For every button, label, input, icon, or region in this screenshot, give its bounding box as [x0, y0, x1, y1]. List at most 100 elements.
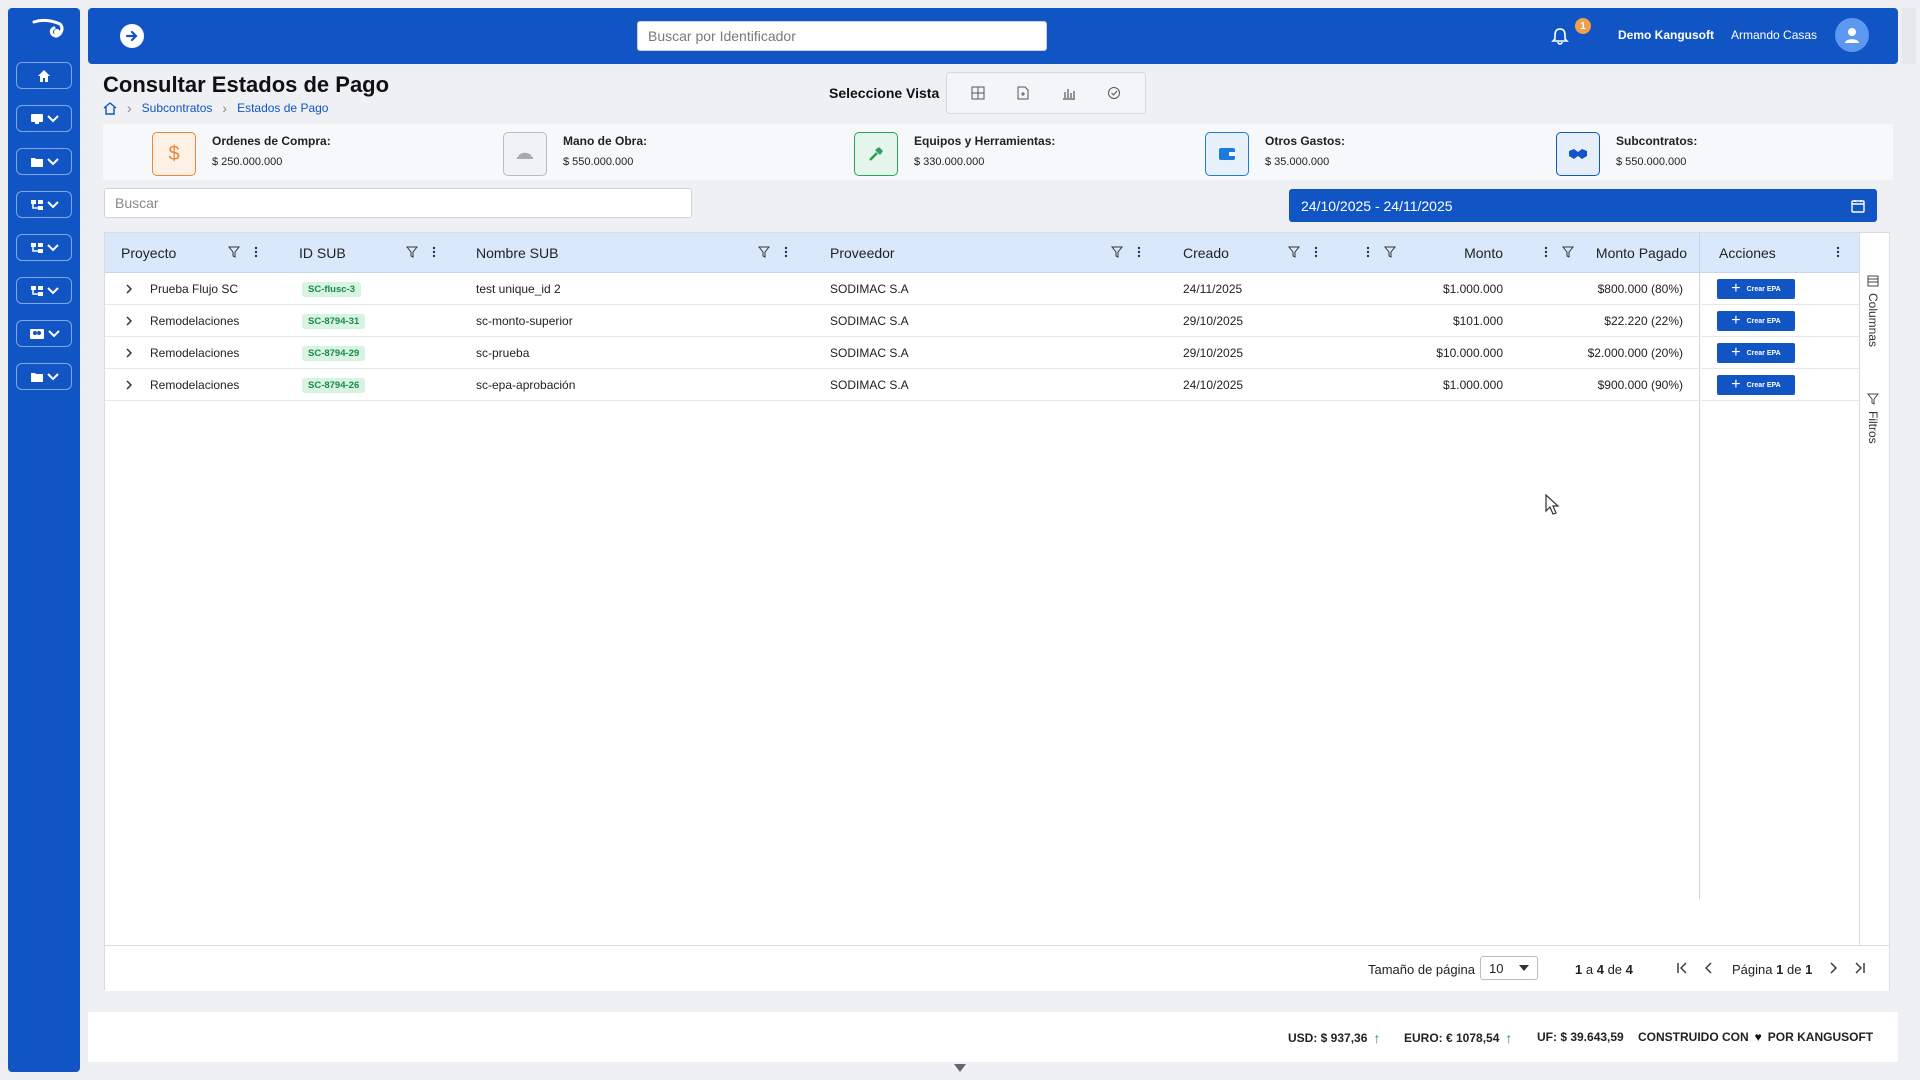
- company-name[interactable]: Demo Kangusoft: [1618, 28, 1714, 42]
- plus-icon: +: [1731, 280, 1741, 297]
- first-page-icon[interactable]: [1675, 960, 1689, 976]
- page-footer: USD: $ 937,36 ↑ EURO: € 1078,54 ↑ UF: $ 39…: [88, 1012, 1898, 1062]
- column-menu-icon[interactable]: [1539, 245, 1553, 259]
- breadcrumb-subcontratos[interactable]: Subcontratos: [142, 101, 213, 115]
- scrollbar-track[interactable]: [1902, 8, 1916, 64]
- filter-icon[interactable]: [405, 245, 419, 259]
- chart-view-button[interactable]: [1055, 79, 1083, 107]
- check-circle-icon: [1108, 87, 1121, 99]
- table-search-input[interactable]: [104, 188, 692, 218]
- page-size-select[interactable]: 10: [1480, 956, 1538, 980]
- chevron-down-icon: [46, 243, 59, 251]
- helmet-icon: [503, 132, 547, 176]
- chevron-down-icon: [46, 157, 59, 165]
- breadcrumb-estados-de-pago[interactable]: Estados de Pago: [237, 101, 328, 115]
- document-icon: [1017, 86, 1029, 100]
- previous-page-icon[interactable]: [1702, 960, 1716, 976]
- cell-creado: 29/10/2025: [1183, 346, 1244, 360]
- filter-icon[interactable]: [1287, 245, 1301, 259]
- id-sub-badge[interactable]: SC-flusc-3: [302, 281, 361, 297]
- kangusoft-logo-icon[interactable]: [30, 16, 66, 44]
- table-row[interactable]: Remodelaciones SC-8794-31 sc-monto-super…: [105, 305, 1859, 337]
- crear-epa-button[interactable]: + Crear EPA: [1717, 375, 1795, 395]
- sidebar-monitor-menu[interactable]: [16, 105, 72, 132]
- filters-tab[interactable]: Filtros: [1866, 393, 1880, 444]
- crear-epa-button[interactable]: + Crear EPA: [1717, 279, 1795, 299]
- sidebar-hierarchy-menu-2[interactable]: [16, 234, 72, 261]
- column-header-nombre-sub[interactable]: Nombre SUB: [476, 233, 558, 273]
- chevron-right-icon: ›: [127, 100, 132, 116]
- table-row[interactable]: Remodelaciones SC-8794-26 sc-epa-aprobac…: [105, 369, 1859, 401]
- bell-icon[interactable]: [1550, 26, 1570, 46]
- table-view-button[interactable]: [964, 79, 992, 107]
- dollar-icon: $: [152, 132, 196, 176]
- plus-icon: +: [1731, 376, 1741, 393]
- column-header-monto-pagado[interactable]: Monto Pagado: [1583, 233, 1687, 273]
- page-size-label: Tamaño de página: [1368, 962, 1475, 977]
- cell-proyecto: Remodelaciones: [150, 346, 240, 360]
- scroll-down-icon[interactable]: [952, 1062, 968, 1074]
- column-menu-icon[interactable]: [427, 245, 441, 259]
- column-header-id-sub[interactable]: ID SUB: [299, 233, 346, 273]
- crear-epa-label: Crear EPA: [1746, 317, 1781, 325]
- column-header-proveedor[interactable]: Proveedor: [830, 233, 895, 273]
- document-view-button[interactable]: [1009, 79, 1037, 107]
- sidebar-home-button[interactable]: [16, 62, 72, 89]
- column-header-proyecto[interactable]: Proyecto: [121, 233, 176, 273]
- column-menu-icon[interactable]: [1309, 245, 1323, 259]
- column-menu-icon[interactable]: [1831, 245, 1845, 259]
- built-with-credit[interactable]: CONSTRUIDO CON ♥ POR KANGUSOFT: [1638, 1030, 1873, 1044]
- column-header-monto[interactable]: Monto: [1405, 233, 1503, 273]
- identifier-search-input[interactable]: [637, 21, 1047, 51]
- column-menu-icon[interactable]: [249, 245, 263, 259]
- table-row[interactable]: Remodelaciones SC-8794-29 sc-prueba SODI…: [105, 337, 1859, 369]
- folder-icon: [30, 157, 43, 167]
- cell-nombre-sub: sc-epa-aprobación: [476, 378, 576, 392]
- expand-row-icon[interactable]: [123, 283, 135, 295]
- filter-icon[interactable]: [757, 245, 771, 259]
- sidebar-toggle-button[interactable]: [120, 24, 144, 48]
- columns-tab[interactable]: Columnas: [1866, 275, 1880, 347]
- approval-view-button[interactable]: [1100, 79, 1128, 107]
- crear-epa-button[interactable]: + Crear EPA: [1717, 343, 1795, 363]
- filter-icon[interactable]: [1110, 245, 1124, 259]
- arrow-up-icon: ↑: [1505, 1030, 1513, 1046]
- columns-tab-label: Columnas: [1866, 293, 1880, 348]
- column-menu-icon[interactable]: [1361, 245, 1375, 259]
- expand-row-icon[interactable]: [123, 379, 135, 391]
- home-icon[interactable]: [103, 101, 117, 115]
- user-name[interactable]: Armando Casas: [1731, 28, 1817, 42]
- avatar[interactable]: [1835, 18, 1869, 52]
- column-menu-icon[interactable]: [1132, 245, 1146, 259]
- hierarchy-icon: [30, 199, 43, 210]
- filter-icon[interactable]: [1561, 245, 1575, 259]
- sidebar-people-menu[interactable]: [16, 320, 72, 347]
- page-size-value: 10: [1489, 960, 1504, 976]
- chevron-down-icon: [46, 372, 59, 380]
- plus-icon: +: [1731, 344, 1741, 361]
- sidebar-folder-menu-2[interactable]: [16, 363, 72, 390]
- column-menu-icon[interactable]: [779, 245, 793, 259]
- column-header-acciones[interactable]: Acciones: [1719, 233, 1776, 273]
- euro-rate: EURO: € 1078,54 ↑: [1404, 1030, 1513, 1046]
- column-header-creado[interactable]: Creado: [1183, 233, 1229, 273]
- last-page-icon[interactable]: [1853, 960, 1867, 976]
- id-sub-badge[interactable]: SC-8794-29: [302, 345, 366, 361]
- sidebar-hierarchy-menu-1[interactable]: [16, 191, 72, 218]
- cell-nombre-sub: test unique_id 2: [476, 282, 561, 296]
- cell-creado: 24/10/2025: [1183, 378, 1244, 392]
- filter-icon[interactable]: [1383, 245, 1397, 259]
- sidebar-hierarchy-menu-3[interactable]: [16, 277, 72, 304]
- table-row[interactable]: Prueba Flujo SC SC-flusc-3 test unique_i…: [105, 273, 1859, 305]
- next-page-icon[interactable]: [1826, 960, 1840, 976]
- sidebar: [8, 8, 80, 1072]
- date-range-picker[interactable]: 24/10/2025 - 24/11/2025: [1289, 189, 1877, 222]
- sidebar-folder-menu[interactable]: [16, 148, 72, 175]
- cell-monto: $1.000.000: [1442, 378, 1503, 392]
- filter-icon[interactable]: [227, 245, 241, 259]
- expand-row-icon[interactable]: [123, 347, 135, 359]
- id-sub-badge[interactable]: SC-8794-31: [302, 313, 366, 329]
- id-sub-badge[interactable]: SC-8794-26: [302, 377, 366, 393]
- crear-epa-button[interactable]: + Crear EPA: [1717, 311, 1795, 331]
- expand-row-icon[interactable]: [123, 315, 135, 327]
